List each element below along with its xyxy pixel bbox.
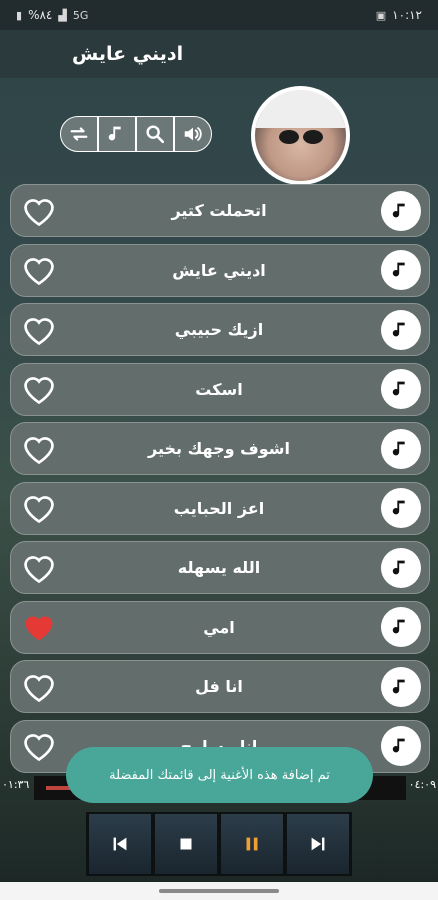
previous-icon (113, 837, 127, 851)
heart-outline-icon (24, 377, 54, 405)
favorite-button[interactable] (21, 729, 57, 763)
music-note-icon (392, 619, 405, 634)
song-row[interactable]: ازيك حبيبي (10, 303, 430, 356)
heart-outline-icon (24, 436, 54, 464)
music-note-icon (392, 679, 405, 693)
play-song-button[interactable] (381, 726, 421, 766)
music-button[interactable] (98, 116, 136, 152)
play-song-button[interactable] (381, 428, 421, 469)
favorite-button[interactable] (21, 551, 57, 585)
signal-icon: ▟ (58, 8, 67, 22)
music-note-icon (392, 262, 405, 277)
favorite-button[interactable] (21, 253, 57, 287)
song-title: اعز الحبايب (173, 498, 265, 518)
elapsed-time: ٠١:٣٦ (2, 778, 30, 791)
pause-icon (246, 837, 258, 851)
song-title: اشوف وجهك بخير (148, 439, 290, 458)
song-title: امي (203, 617, 235, 637)
song-title: اديني عايش (172, 260, 266, 280)
favorite-button[interactable] (21, 313, 57, 347)
next-icon (311, 837, 325, 851)
search-button[interactable] (136, 116, 174, 152)
heart-outline-icon (24, 555, 54, 583)
song-row[interactable]: اديني عايش (10, 243, 430, 297)
battery-level: %٨٤ (28, 8, 53, 22)
volume-icon (184, 127, 202, 141)
system-nav-bar (0, 882, 438, 900)
artist-avatar (251, 86, 350, 185)
next-button[interactable] (287, 814, 349, 874)
favorite-button[interactable] (21, 194, 57, 228)
pause-button[interactable] (221, 814, 283, 874)
status-right: ▣ ١٠:١٢ (376, 8, 422, 22)
heart-outline-icon (24, 496, 54, 524)
search-icon (146, 125, 165, 144)
network-type: 5G (72, 8, 89, 22)
heart-outline-icon (24, 198, 54, 226)
repeat-icon (70, 127, 88, 141)
player-controls (86, 812, 352, 876)
song-title: انا فل (195, 677, 243, 696)
song-row[interactable]: انا فل (10, 660, 430, 713)
heart-outline-icon (24, 258, 54, 286)
song-title: اسكت (195, 379, 243, 399)
volume-button[interactable] (174, 116, 212, 152)
song-title: اتحملت كتير (171, 201, 267, 220)
song-row[interactable]: اشوف وجهك بخير (10, 422, 430, 475)
song-row[interactable]: الله يسهله (10, 541, 430, 594)
music-note-icon (392, 738, 405, 753)
music-note-icon (392, 203, 405, 217)
stop-button[interactable] (155, 814, 217, 874)
artist-photo (255, 90, 346, 181)
status-time: ١٠:١٢ (392, 8, 422, 22)
app-bar: اديني عايش (0, 30, 438, 78)
app-title: اديني عايش (72, 43, 184, 65)
song-row[interactable]: امي (10, 600, 430, 654)
sunglasses (279, 130, 323, 144)
favorite-button[interactable] (21, 372, 57, 406)
song-row[interactable]: اعز الحبايب (10, 481, 430, 535)
favorite-button[interactable] (21, 670, 57, 704)
stop-icon (180, 838, 192, 850)
song-row[interactable]: اتحملت كتير (10, 184, 430, 237)
status-left: ▮ %٨٤ ▟ 5G (16, 8, 88, 22)
play-song-button[interactable] (381, 309, 421, 350)
control-group (60, 116, 212, 152)
song-title: الله يسهله (177, 558, 261, 577)
battery-icon: ▮ (16, 8, 23, 22)
music-note-icon (392, 322, 405, 336)
favorite-button-active[interactable] (21, 610, 57, 644)
toast-message: تم إضافة هذه الأغنية إلى قائمتك المفضلة (66, 747, 373, 803)
previous-button[interactable] (89, 814, 151, 874)
play-song-button[interactable] (381, 607, 421, 647)
music-note-icon (108, 126, 121, 141)
music-note-icon (392, 381, 405, 396)
notification-icon: ▣ (375, 8, 387, 22)
song-row[interactable]: اسكت (10, 362, 430, 416)
song-title: ازيك حبيبي (174, 320, 264, 339)
favorite-button[interactable] (21, 432, 57, 466)
heart-outline-icon (24, 734, 54, 762)
song-list: اتحملت كتير اديني عايش ازيك حبيبي اسكت ا… (10, 184, 430, 779)
music-note-icon (392, 441, 405, 455)
repeat-button[interactable] (60, 116, 98, 152)
toast-text: تم إضافة هذه الأغنية إلى قائمتك المفضلة (109, 767, 330, 783)
heart-filled-icon (25, 616, 53, 641)
play-song-button[interactable] (381, 190, 421, 231)
play-song-button[interactable] (381, 369, 421, 409)
music-note-icon (392, 500, 405, 515)
play-song-button[interactable] (381, 547, 421, 588)
home-gesture-handle[interactable] (159, 889, 279, 893)
play-song-button[interactable] (381, 250, 421, 290)
total-duration: ٠٤:٠٩ (408, 778, 436, 791)
play-song-button[interactable] (381, 666, 421, 707)
play-song-button[interactable] (381, 488, 421, 528)
heart-outline-icon (24, 317, 54, 345)
status-bar: ▮ %٨٤ ▟ 5G ▣ ١٠:١٢ (0, 0, 438, 30)
heart-outline-icon (24, 674, 54, 702)
favorite-button[interactable] (21, 491, 57, 525)
music-note-icon (392, 560, 405, 574)
